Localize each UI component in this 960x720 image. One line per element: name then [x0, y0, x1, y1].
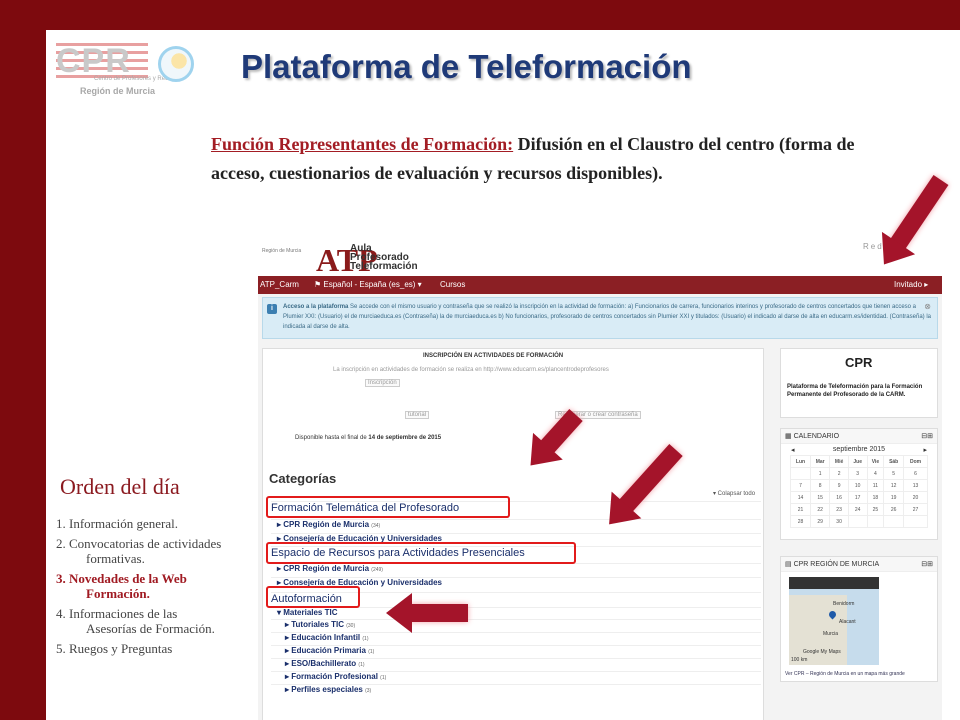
highlight-box-telematica: [266, 496, 510, 518]
agenda-item: 4. Informaciones de las Asesorías de For…: [56, 606, 215, 636]
map-footer-link[interactable]: Ver CPR – Región de Murcia en un mapa má…: [785, 671, 905, 677]
nav-user-login[interactable]: Invitado ▸: [894, 280, 928, 289]
category-item[interactable]: ▸ Educación Primaria (1): [271, 645, 761, 655]
nav-cursos[interactable]: Cursos: [440, 280, 465, 289]
agenda-item: 2. Convocatorias de actividades formativ…: [56, 536, 222, 566]
nav-site-name[interactable]: ATP_Carm: [260, 280, 299, 289]
calendar-month: ◂ septiembre 2015 ▸: [791, 446, 927, 454]
inscription-subtitle: La inscripción en actividades de formaci…: [333, 367, 609, 373]
side-cpr-logo: CPR: [845, 355, 873, 370]
map-view[interactable]: Benidorm Alacant Murcia Google My Maps 1…: [789, 577, 879, 665]
category-item[interactable]: ▸ Formación Profesional (1): [271, 671, 761, 681]
category-item[interactable]: ▸ CPR Región de Murcia (249): [271, 563, 761, 573]
notice-text: Se accede con el mismo usuario y contras…: [283, 304, 931, 330]
agenda-item: 5. Ruegos y Preguntas: [56, 641, 173, 656]
next-month-icon[interactable]: ▸: [923, 446, 927, 454]
agenda-title: Orden del día: [60, 474, 180, 499]
side-cpr-text: Plataforma de Teleformación para la Form…: [787, 384, 923, 398]
side-block-cpr: CPR Plataforma de Teleformación para la …: [780, 348, 938, 418]
block-controls-icon[interactable]: ⊟⊞: [921, 560, 933, 568]
prev-month-icon[interactable]: ◂: [791, 446, 795, 454]
site-header: Región de Murcia ATP Aula Profesorado Te…: [258, 240, 942, 278]
slide: CPR Centro de Profesores y Recursos Regi…: [46, 30, 960, 720]
murcia-emblem-text: Región de Murcia: [262, 248, 302, 254]
map-attribution: Google My Maps: [803, 649, 841, 655]
category-item[interactable]: ▸ Perfiles especiales (3): [271, 684, 761, 694]
main-column: INSCRIPCIÓN EN ACTIVIDADES DE FORMACIÓN …: [262, 348, 764, 720]
slide-title: Plataforma de Teleformación: [241, 48, 692, 85]
map-toolbar[interactable]: [789, 577, 879, 589]
availability-date: 14 de septiembre de 2015: [368, 435, 442, 441]
access-notice: i Acceso a la plataforma Se accede con e…: [262, 297, 938, 339]
category-item[interactable]: ▾ Materiales TIC: [271, 607, 761, 617]
cpr-logo: CPR Centro de Profesores y Recursos Regi…: [56, 40, 196, 100]
notice-title: Acceso a la plataforma: [283, 304, 349, 310]
collapse-all-link[interactable]: ▾ Colapsar todo: [713, 490, 755, 497]
category-item[interactable]: ▸ CPR Región de Murcia (34): [271, 519, 761, 529]
category-item[interactable]: ▸ Tutoriales TIC (30): [271, 619, 761, 629]
map-header: ▤ CPR REGIÓN DE MURCIA ⊟⊞: [781, 557, 937, 572]
globe-icon: [158, 46, 194, 82]
platform-screenshot: Región de Murcia ATP Aula Profesorado Te…: [258, 240, 942, 720]
highlight-box-recursos: [266, 542, 576, 564]
nav-language[interactable]: ⚑ Español - España (es_es) ▾: [314, 280, 422, 289]
agenda-item-highlighted: 3. Novedades de la Web Formación.: [56, 571, 187, 601]
inscription-title: INSCRIPCIÓN EN ACTIVIDADES DE FORMACIÓN: [423, 353, 564, 359]
categories-heading: Categorías: [269, 471, 337, 486]
map-block: ▤ CPR REGIÓN DE MURCIA ⊟⊞ Benidorm Alacan…: [780, 556, 938, 682]
intro-label: Función Representantes de Formación:: [211, 134, 514, 154]
intro-paragraph: Función Representantes de Formación: Dif…: [211, 130, 876, 188]
category-item[interactable]: ▸ ESO/Bachillerato (1): [271, 658, 761, 668]
site-navbar: ATP_Carm ⚑ Español - España (es_es) ▾ Cu…: [258, 276, 942, 294]
calendar-block: ▦ CALENDARIO ⊟⊞ ◂ septiembre 2015 ▸ Lun Mar M…: [780, 428, 938, 540]
block-controls-icon[interactable]: ⊟⊞: [921, 432, 933, 440]
logo-line2: Región de Murcia: [80, 86, 156, 96]
category-item[interactable]: ▸ Educación Infantil (1): [271, 632, 761, 642]
agenda-list: 1. Información general. 2. Convocatorias…: [56, 516, 226, 661]
tutorial-image[interactable]: tutorial: [405, 411, 430, 419]
info-icon: i: [267, 304, 277, 314]
close-icon[interactable]: ⊗: [924, 302, 931, 312]
availability-text: Disponible hasta el final de 14 de septi…: [295, 435, 442, 441]
inscription-image[interactable]: Inscripción: [365, 379, 400, 387]
map-scale: 100 km: [791, 657, 808, 663]
calendar-header: ▦ CALENDARIO ⊟⊞: [781, 429, 937, 444]
highlight-box-autoformacion: [266, 586, 360, 608]
atp-logo-words: Aula Profesorado Teleformación: [350, 243, 418, 272]
calendar-grid: Lun Mar Mié Jue Vie Sáb Dom 123456 7 8 9 10 11 12 13…: [790, 455, 928, 528]
agenda-item: 1. Información general.: [56, 516, 179, 531]
